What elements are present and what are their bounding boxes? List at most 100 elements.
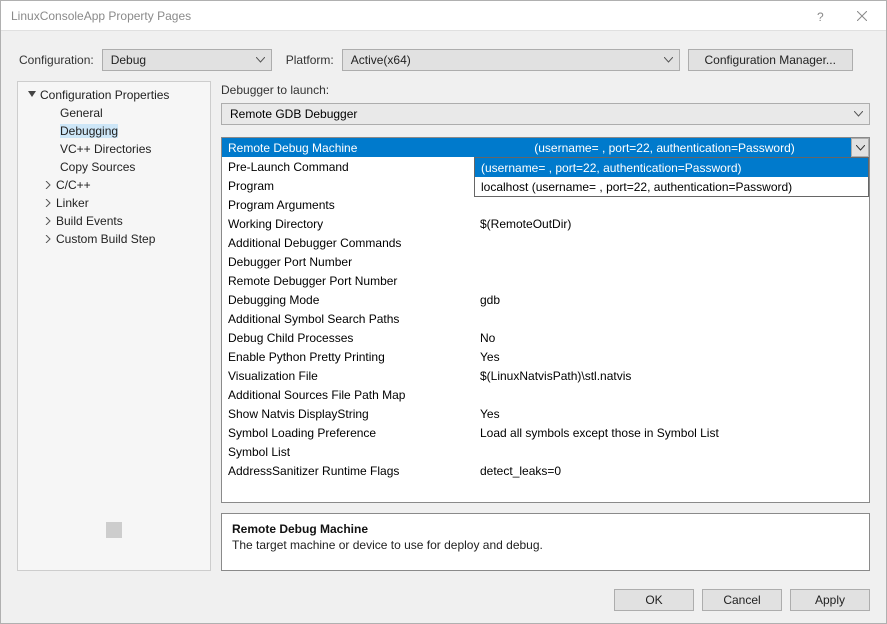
sidebar-item-custombuild[interactable]: Custom Build Step — [18, 230, 210, 248]
property-name: Show Natvis DisplayString — [222, 404, 474, 423]
property-row[interactable]: Program Arguments — [222, 195, 869, 214]
property-value[interactable]: $(LinuxNatvisPath)\stl.natvis — [474, 366, 869, 385]
chevron-down-icon — [664, 57, 673, 63]
debugger-to-launch-select[interactable]: Remote GDB Debugger — [221, 103, 870, 125]
help-button[interactable]: ? — [803, 2, 839, 30]
property-table: Remote Debug Machine(username= , port=22… — [222, 138, 869, 480]
apply-button[interactable]: Apply — [790, 589, 870, 611]
property-name: AddressSanitizer Runtime Flags — [222, 461, 474, 480]
scroll-thumb[interactable] — [106, 522, 122, 538]
property-name: Program Arguments — [222, 195, 474, 214]
sidebar: Configuration Properties General Debuggi… — [17, 81, 211, 571]
configuration-value: Debug — [111, 53, 250, 67]
property-value[interactable] — [474, 385, 869, 404]
property-name: Debugger Port Number — [222, 252, 474, 271]
chevron-down-icon[interactable] — [851, 138, 869, 157]
caret-right-icon — [42, 235, 54, 243]
property-row[interactable]: Symbol Loading PreferenceLoad all symbol… — [222, 423, 869, 442]
property-row[interactable]: Enable Python Pretty PrintingYes — [222, 347, 869, 366]
ok-button[interactable]: OK — [614, 589, 694, 611]
property-value[interactable]: No — [474, 328, 869, 347]
property-value[interactable]: Yes — [474, 347, 869, 366]
close-button[interactable] — [839, 2, 884, 30]
description-title: Remote Debug Machine — [232, 522, 859, 536]
sidebar-item-buildevents[interactable]: Build Events — [18, 212, 210, 230]
property-row[interactable]: Debugger Port Number — [222, 252, 869, 271]
dropdown-option[interactable]: (username= , port=22, authentication=Pas… — [475, 158, 868, 177]
platform-select[interactable]: Active(x64) — [342, 49, 680, 71]
configuration-manager-button[interactable]: Configuration Manager... — [688, 49, 853, 71]
caret-down-icon — [26, 91, 38, 99]
sidebar-item-copysrc[interactable]: Copy Sources — [18, 158, 210, 176]
sidebar-item-vcdirs[interactable]: VC++ Directories — [18, 140, 210, 158]
property-value[interactable]: (username= , port=22, authentication=Pas… — [474, 138, 869, 157]
property-name: Pre-Launch Command — [222, 157, 474, 176]
chevron-down-icon — [256, 57, 265, 63]
property-pages-window: LinuxConsoleApp Property Pages ? Configu… — [0, 0, 887, 624]
sidebar-item-linker[interactable]: Linker — [18, 194, 210, 212]
cancel-button[interactable]: Cancel — [702, 589, 782, 611]
property-row[interactable]: Symbol List — [222, 442, 869, 461]
sidebar-item-debugging[interactable]: Debugging — [18, 122, 210, 140]
property-value[interactable]: detect_leaks=0 — [474, 461, 869, 480]
caret-right-icon — [42, 199, 54, 207]
caret-right-icon — [42, 217, 54, 225]
config-bar: Configuration: Debug Platform: Active(x6… — [1, 31, 886, 81]
property-name: Remote Debug Machine — [222, 138, 474, 157]
caret-right-icon — [42, 181, 54, 189]
property-name: Enable Python Pretty Printing — [222, 347, 474, 366]
description-text: The target machine or device to use for … — [232, 538, 859, 552]
property-value[interactable] — [474, 252, 869, 271]
property-name: Debug Child Processes — [222, 328, 474, 347]
property-row[interactable]: Remote Debugger Port Number — [222, 271, 869, 290]
property-row[interactable]: Show Natvis DisplayStringYes — [222, 404, 869, 423]
property-name: Symbol List — [222, 442, 474, 461]
property-row[interactable]: Visualization File$(LinuxNatvisPath)\stl… — [222, 366, 869, 385]
property-grid: Remote Debug Machine(username= , port=22… — [221, 137, 870, 503]
property-row[interactable]: Working Directory$(RemoteOutDir) — [222, 214, 869, 233]
property-value[interactable]: Yes — [474, 404, 869, 423]
platform-value: Active(x64) — [351, 53, 658, 67]
dropdown-option[interactable]: localhost (username= , port=22, authenti… — [475, 177, 868, 196]
configuration-select[interactable]: Debug — [102, 49, 272, 71]
property-name: Debugging Mode — [222, 290, 474, 309]
titlebar: LinuxConsoleApp Property Pages ? — [1, 1, 886, 31]
property-value[interactable] — [474, 233, 869, 252]
body: Configuration Properties General Debuggi… — [1, 81, 886, 581]
property-value[interactable]: gdb — [474, 290, 869, 309]
property-name: Additional Debugger Commands — [222, 233, 474, 252]
tree-root-config-props[interactable]: Configuration Properties — [18, 86, 210, 104]
property-row[interactable]: Debug Child ProcessesNo — [222, 328, 869, 347]
property-name: Working Directory — [222, 214, 474, 233]
property-name: Symbol Loading Preference — [222, 423, 474, 442]
configuration-label: Configuration: — [19, 53, 94, 67]
property-row[interactable]: AddressSanitizer Runtime Flagsdetect_lea… — [222, 461, 869, 480]
property-row[interactable]: Debugging Modegdb — [222, 290, 869, 309]
svg-text:?: ? — [817, 10, 824, 23]
property-name: Additional Sources File Path Map — [222, 385, 474, 404]
property-value[interactable] — [474, 271, 869, 290]
chevron-down-icon — [854, 111, 863, 117]
right-panel: Debugger to launch: Remote GDB Debugger … — [221, 81, 870, 571]
property-name: Visualization File — [222, 366, 474, 385]
window-title: LinuxConsoleApp Property Pages — [11, 9, 803, 23]
property-row[interactable]: Remote Debug Machine(username= , port=22… — [222, 138, 869, 157]
description-pane: Remote Debug Machine The target machine … — [221, 513, 870, 571]
platform-label: Platform: — [286, 53, 334, 67]
property-value[interactable] — [474, 195, 869, 214]
property-row[interactable]: Additional Symbol Search Paths — [222, 309, 869, 328]
property-row[interactable]: Additional Debugger Commands — [222, 233, 869, 252]
property-value[interactable]: Load all symbols except those in Symbol … — [474, 423, 869, 442]
property-name: Remote Debugger Port Number — [222, 271, 474, 290]
dialog-footer: OK Cancel Apply — [1, 581, 886, 623]
property-name: Additional Symbol Search Paths — [222, 309, 474, 328]
property-row[interactable]: Additional Sources File Path Map — [222, 385, 869, 404]
sidebar-item-ccpp[interactable]: C/C++ — [18, 176, 210, 194]
property-value[interactable] — [474, 442, 869, 461]
sidebar-item-general[interactable]: General — [18, 104, 210, 122]
property-name: Program — [222, 176, 474, 195]
remote-machine-dropdown[interactable]: (username= , port=22, authentication=Pas… — [474, 157, 869, 197]
debugger-to-launch-label: Debugger to launch: — [221, 83, 870, 97]
property-value[interactable]: $(RemoteOutDir) — [474, 214, 869, 233]
property-value[interactable] — [474, 309, 869, 328]
